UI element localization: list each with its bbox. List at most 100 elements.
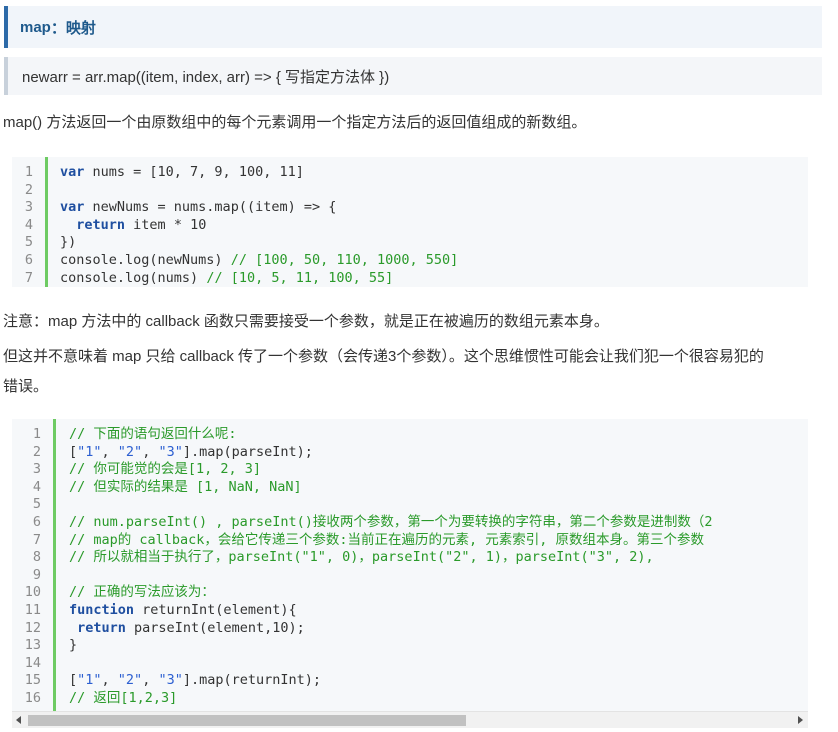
code-lines: 1 // 下面的语句返回什么呢: 2 ["1", "2", "3"].map(pars… [12, 426, 808, 708]
code-text: }) [60, 234, 76, 252]
code-keyword: function [69, 601, 135, 618]
scrollbar-thumb[interactable] [28, 715, 466, 726]
code-line: 6 console.log(newNums) // [100, 50, 110, … [12, 252, 808, 270]
code-line: 16 // 返回[1,2,3] [12, 690, 808, 708]
code-line: 12 return parseInt(element,10); [12, 620, 808, 638]
code-keyword: return [76, 216, 126, 233]
code-token: returnInt(element){ [134, 601, 297, 618]
code-string: "2" [117, 443, 143, 460]
line-number: 3 [32, 461, 41, 478]
code-line: 3 var newNums = nums.map((item) => { [12, 199, 808, 217]
code-line: 4 // 但实际的结果是 [1, NaN, NaN] [12, 479, 808, 497]
code-line: 5 [12, 496, 808, 514]
horizontal-scrollbar[interactable] [12, 711, 808, 728]
line-number: 16 [24, 689, 41, 706]
code-block-parseint-example[interactable]: 1 // 下面的语句返回什么呢: 2 ["1", "2", "3"].map(pars… [12, 419, 808, 711]
code-token: , [101, 672, 118, 689]
code-keyword: return [77, 619, 126, 636]
line-number: 4 [32, 478, 41, 495]
code-line: 6 // num.parseInt() , parseInt()接收两个参数，第一… [12, 514, 808, 532]
code-text: // 返回[1,2,3] [69, 690, 177, 708]
code-line: 8 // 所以就相当于执行了，parseInt("1", 0)，parseInt(… [12, 549, 808, 567]
code-text: var nums = [10, 7, 9, 100, 11] [60, 164, 304, 182]
code-token: } [69, 637, 78, 654]
line-number: 5 [32, 496, 41, 513]
code-token: , [142, 672, 159, 689]
code-line: 11 function returnInt(element){ [12, 602, 808, 620]
line-number: 2 [24, 181, 33, 198]
heading-title: 映射 [65, 19, 96, 37]
code-text: // 所以就相当于执行了，parseInt("1", 0)，parseInt("… [69, 549, 654, 567]
line-number: 9 [32, 566, 41, 583]
code-text: } [69, 637, 77, 655]
code-token: item * 10 [125, 216, 207, 233]
code-text: // 正确的写法应该为： [69, 584, 215, 602]
code-line: 13} [12, 637, 808, 655]
code-token: newNums = nums.map((item) => { [84, 199, 337, 216]
line-number: 12 [24, 619, 41, 636]
code-line: 1 // 下面的语句返回什么呢: [12, 426, 808, 444]
line-number: 2 [32, 443, 41, 460]
code-keyword: var [60, 199, 85, 216]
line-number: 4 [24, 216, 33, 233]
code-comment: // num.parseInt() , parseInt()接收两个参数，第一个… [69, 513, 713, 530]
line-number: 6 [24, 251, 33, 268]
code-comment: // [100, 50, 110, 1000, 550] [230, 251, 459, 268]
code-token: console.log(newNums) [60, 251, 231, 268]
line-number: 14 [24, 654, 41, 671]
line-number: 8 [32, 549, 41, 566]
code-text: return parseInt(element,10); [69, 620, 305, 638]
code-token: parseInt(element,10); [125, 619, 305, 636]
code-token: , [142, 443, 159, 460]
code-line: 9 [12, 567, 808, 585]
code-text: ["1", "2", "3"].map(parseInt); [69, 444, 313, 462]
code-line: 14 [12, 655, 808, 673]
scroll-right-arrow-icon[interactable] [798, 716, 803, 724]
code-comment: // 你可能觉的会是[1, 2, 3] [69, 461, 262, 478]
code-token: nums = [10, 7, 9, 100, 11] [84, 164, 304, 180]
line-number: 13 [24, 637, 41, 654]
code-line: 7 // map的 callback，会给它传递三个参数:当前正在遍历的元素, 元… [12, 532, 808, 550]
code-line: 1 var nums = [10, 7, 9, 100, 11] [12, 164, 808, 182]
code-text: // 你可能觉的会是[1, 2, 3] [69, 461, 261, 479]
scroll-left-arrow-icon[interactable] [16, 716, 21, 724]
code-token: ].map(returnInt); [182, 672, 322, 689]
description-paragraph: map() 方法返回一个由原数组中的每个元素调用一个指定方法后的返回值组成的新数… [3, 114, 587, 131]
code-token: [ [69, 672, 78, 689]
code-comment: // map的 callback，会给它传递三个参数:当前正在遍历的元素, 元素… [69, 531, 705, 548]
code-string: "1" [77, 672, 102, 689]
code-text: function returnInt(element){ [69, 602, 297, 620]
code-text: // 但实际的结果是 [1, NaN, NaN] [69, 479, 302, 497]
code-lines: 1 var nums = [10, 7, 9, 100, 11] 2 3 var new… [12, 164, 808, 287]
code-string: "1" [77, 443, 102, 460]
syntax-text: newarr = arr.map((item, index, arr) => {… [22, 68, 390, 86]
line-number: 7 [32, 531, 41, 548]
code-comment: // 下面的语句返回什么呢: [69, 426, 237, 442]
code-line: 2 ["1", "2", "3"].map(parseInt); [12, 444, 808, 462]
code-line: 3 // 你可能觉的会是[1, 2, 3] [12, 461, 808, 479]
line-number: 1 [24, 164, 33, 180]
section-heading: map：映射 [4, 6, 822, 48]
code-text: ["1", "2", "3"].map(returnInt); [69, 672, 321, 690]
code-token: console.log(nums) [60, 269, 207, 286]
code-comment: // 但实际的结果是 [1, NaN, NaN] [69, 478, 302, 495]
code-text: // map的 callback，会给它传递三个参数:当前正在遍历的元素, 元素… [69, 532, 704, 550]
heading-label: map [20, 18, 51, 36]
line-number: 7 [24, 269, 33, 286]
line-number: 1 [32, 426, 41, 442]
code-string: "3" [158, 443, 183, 460]
code-block-map-example: 1 var nums = [10, 7, 9, 100, 11] 2 3 var new… [12, 157, 808, 287]
code-token: [ [69, 443, 78, 460]
code-comment: // 正确的写法应该为： [69, 584, 215, 601]
code-token: , [101, 443, 118, 460]
note-paragraph-1: 注意：map 方法中的 callback 函数只需要接受一个参数，就是正在被遍历… [3, 313, 609, 330]
code-token: }) [60, 234, 77, 251]
code-line: 7 console.log(nums) // [10, 5, 11, 100, 5… [12, 270, 808, 287]
code-line: 4 return item * 10 [12, 217, 808, 235]
line-number: 11 [24, 601, 41, 618]
code-keyword: var [60, 164, 85, 180]
code-text: console.log(nums) // [10, 5, 11, 100, 55… [60, 270, 393, 287]
code-text: // num.parseInt() , parseInt()接收两个参数，第一个… [69, 514, 712, 532]
note-paragraph-2-line-1: 但这并不意味着 map 只给 callback 传了一个参数（会传递3个参数）。… [3, 348, 764, 365]
